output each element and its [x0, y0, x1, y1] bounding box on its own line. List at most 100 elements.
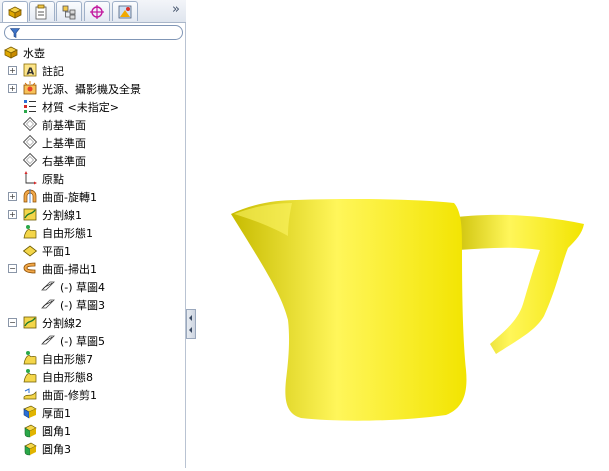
freeform-icon	[23, 369, 37, 383]
tree-filter-input[interactable]	[4, 25, 183, 40]
sketch-icon	[41, 281, 55, 291]
tree-item-label: 上基準面	[42, 137, 86, 150]
thicken-icon	[23, 405, 37, 419]
tree-item-icon	[22, 440, 38, 456]
tree-item[interactable]: + A 註記	[0, 61, 186, 79]
tree-item[interactable]: (-) 草圖3	[0, 295, 186, 313]
tree-item-label: 原點	[42, 173, 64, 186]
pitcher-model[interactable]	[196, 0, 609, 468]
tab-display-manager[interactable]	[112, 1, 138, 21]
material-icon	[24, 100, 36, 113]
sketch-icon	[41, 335, 55, 345]
tree-item-label: 前基準面	[42, 119, 86, 132]
tree-item[interactable]: + 曲面-旋轉1	[0, 187, 186, 205]
tree-item-label: 材質 <未指定>	[42, 101, 119, 114]
plane-icon	[22, 134, 38, 150]
freeform-icon	[23, 225, 37, 239]
expand-toggle[interactable]: +	[8, 210, 17, 219]
dimxpert-icon	[90, 4, 104, 19]
collapse-toggle[interactable]: −	[8, 318, 17, 327]
tree-item-icon	[22, 188, 38, 204]
expand-toggle[interactable]: +	[8, 66, 17, 75]
tree-item-icon	[22, 116, 38, 132]
tree-item[interactable]: 自由形態7	[0, 349, 186, 367]
tree-item[interactable]: 原點	[0, 169, 186, 187]
filter-icon	[10, 28, 20, 38]
split-line-icon	[23, 208, 37, 221]
tree-item[interactable]: 自由形態1	[0, 223, 186, 241]
tab-configuration-manager[interactable]	[56, 1, 82, 21]
tree-item-icon	[22, 422, 38, 438]
annotations-icon: A	[23, 63, 37, 78]
tab-property-manager[interactable]	[29, 1, 55, 21]
manager-tabs: »	[0, 0, 186, 23]
split-line-icon	[23, 316, 37, 329]
tab-feature-manager[interactable]	[2, 1, 28, 22]
tree-item-icon	[40, 296, 56, 312]
tree-item-icon	[22, 206, 38, 222]
tree-item-label: 曲面-掃出1	[42, 263, 97, 276]
tree-item-icon	[40, 278, 56, 294]
tree-item[interactable]: 圓角3	[0, 439, 186, 457]
tree-item-label: 右基準面	[42, 155, 86, 168]
pitcher-handle	[448, 214, 584, 354]
tree-item-icon	[40, 332, 56, 348]
tree-item-label: 註記	[42, 65, 64, 78]
expand-toggle[interactable]: +	[8, 192, 17, 201]
tab-dimxpert-manager[interactable]	[84, 1, 110, 21]
tree-item-label: (-) 草圖5	[60, 335, 106, 348]
tree-item-label: 分割線1	[42, 209, 82, 222]
tree-item-icon	[22, 152, 38, 168]
tree-item[interactable]: + 分割線1	[0, 205, 186, 223]
tree-item-icon: A	[22, 62, 38, 78]
svg-text:A: A	[27, 67, 35, 78]
tree-item-label: 自由形態7	[42, 353, 93, 366]
tree-item[interactable]: 上基準面	[0, 133, 186, 151]
tree-item-icon	[22, 350, 38, 366]
tree-item[interactable]: 自由形態8	[0, 367, 186, 385]
tree-item[interactable]: − 曲面-掃出1	[0, 259, 186, 277]
tree-item-icon	[22, 404, 38, 420]
tree-item-icon	[22, 386, 38, 402]
tree-item[interactable]: 材質 <未指定>	[0, 97, 186, 115]
tree-item-icon	[22, 242, 38, 258]
sketch-icon	[41, 299, 55, 309]
expand-toggle[interactable]: +	[8, 84, 17, 93]
tree-item-label: 分割線2	[42, 317, 82, 330]
tree-root[interactable]: 水壺	[0, 43, 186, 61]
tree-item-icon	[22, 314, 38, 330]
tree-item-icon	[3, 44, 19, 60]
tree-item[interactable]: − 分割線2	[0, 313, 186, 331]
tree-item-icon	[22, 80, 38, 96]
tree-item-label: 光源、攝影機及全景	[42, 83, 141, 96]
tree-item[interactable]: + 光源、攝影機及全景	[0, 79, 186, 97]
freeform-icon	[23, 351, 37, 365]
tree-item-label: 圓角1	[42, 425, 71, 438]
more-tabs-button[interactable]: »	[172, 2, 180, 17]
tree-item-icon	[22, 368, 38, 384]
tree-item-label: 圓角3	[42, 443, 71, 456]
tree-item[interactable]: 圓角1	[0, 421, 186, 439]
tree-item[interactable]: 厚面1	[0, 403, 186, 421]
tree-item[interactable]: (-) 草圖5	[0, 331, 186, 349]
tree-item[interactable]: 前基準面	[0, 115, 186, 133]
collapse-arrows-icon	[189, 315, 192, 333]
origin-icon	[24, 171, 37, 185]
display-manager-icon	[118, 5, 132, 18]
planar-surface-icon	[22, 245, 38, 257]
collapse-toggle[interactable]: −	[8, 264, 17, 273]
lights-icon	[23, 81, 37, 95]
panel-collapse-handle[interactable]	[186, 309, 196, 339]
tree-item-label: 水壺	[23, 47, 45, 60]
tree-item-label: 自由形態1	[42, 227, 93, 240]
trim-surface-icon	[23, 388, 37, 400]
tree-item[interactable]: (-) 草圖4	[0, 277, 186, 295]
tree-item-label: 平面1	[42, 245, 71, 258]
tree-item[interactable]: 曲面-修剪1	[0, 385, 186, 403]
tree-item[interactable]: 平面1	[0, 241, 186, 259]
graphics-area[interactable]	[196, 0, 609, 468]
configuration-manager-icon	[62, 5, 76, 19]
tree-item-label: (-) 草圖3	[60, 299, 106, 312]
tree-item-icon	[22, 134, 38, 150]
tree-item[interactable]: 右基準面	[0, 151, 186, 169]
